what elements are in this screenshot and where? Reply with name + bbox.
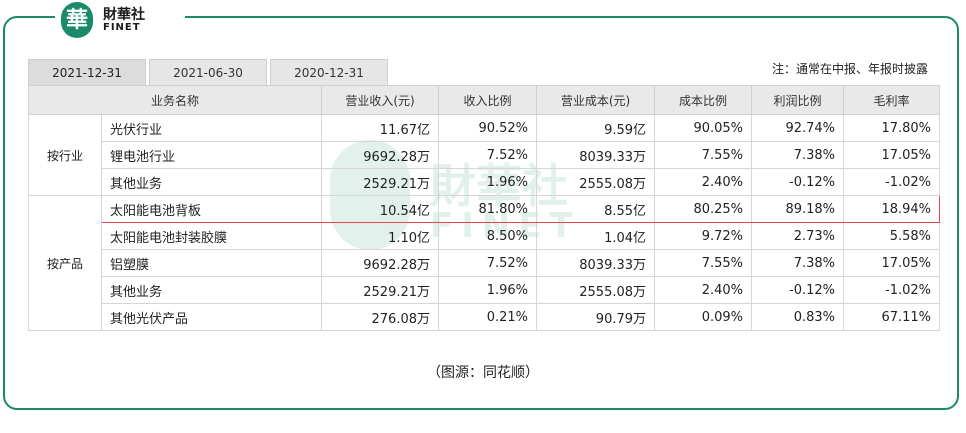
row-cost: 2555.08万 (536, 168, 656, 196)
row-name: 铝塑膜 (100, 249, 323, 277)
table-row: 其他光伏产品 276.08万 0.21% 90.79万 0.09% 0.83% … (29, 303, 941, 331)
row-cost-ratio: 2.40% (654, 276, 753, 304)
group-label-industry: 按行业 (28, 114, 102, 196)
row-cost: 9.59亿 (536, 114, 656, 142)
row-cost: 90.79万 (536, 303, 656, 331)
tab-2021-06-30[interactable]: 2021-06-30 (149, 59, 267, 85)
row-cost-ratio: 90.05% (654, 114, 753, 142)
row-revenue-ratio: 1.96% (438, 276, 538, 304)
row-gross-margin: 67.11% (843, 303, 941, 331)
disclosure-note: 注：通常在中报、年报时披露 (771, 62, 928, 76)
row-name: 其他业务 (100, 276, 323, 304)
table-row-highlighted: 按产品 太阳能电池背板 10.54亿 81.80% 8.55亿 80.25% 8… (28, 195, 941, 331)
row-revenue-ratio: 8.50% (438, 222, 538, 250)
table-row: 其他业务 2529.21万 1.96% 2555.08万 2.40% -0.12… (29, 168, 941, 196)
row-gross-margin: -1.02% (843, 168, 941, 196)
row-gross-margin: 17.05% (843, 249, 941, 277)
row-revenue: 9692.28万 (321, 249, 440, 277)
table-row: 太阳能电池封装胶膜 1.10亿 8.50% 1.04亿 9.72% 2.73% … (29, 222, 941, 250)
row-gross-margin: 18.94% (843, 195, 941, 223)
row-revenue: 9692.28万 (321, 141, 440, 169)
business-breakdown-table: 业务名称 营业收入(元) 收入比例 营业成本(元) 成本比例 利润比例 毛利率 … (27, 85, 941, 331)
header-cost: 营业成本(元) (536, 85, 656, 115)
row-profit-ratio: 92.74% (751, 114, 845, 142)
row-name: 其他业务 (100, 168, 323, 196)
row-revenue: 2529.21万 (321, 276, 440, 304)
header-revenue-ratio: 收入比例 (438, 85, 538, 115)
table-header-row: 业务名称 营业收入(元) 收入比例 营业成本(元) 成本比例 利润比例 毛利率 (27, 85, 941, 115)
row-cost: 2555.08万 (536, 276, 656, 304)
row-name: 太阳能电池背板 (100, 195, 323, 223)
logo-chinese-text: 財華社 (103, 7, 145, 23)
header-cost-ratio: 成本比例 (654, 85, 753, 115)
row-name: 光伏行业 (100, 114, 323, 142)
header-profit-ratio: 利润比例 (751, 85, 845, 115)
row-cost-ratio: 7.55% (654, 249, 753, 277)
row-cost-ratio: 7.55% (654, 141, 753, 169)
row-name: 锂电池行业 (100, 141, 323, 169)
row-cost: 8039.33万 (536, 249, 656, 277)
row-gross-margin: 5.58% (843, 222, 941, 250)
row-cost: 8039.33万 (536, 141, 656, 169)
row-profit-ratio: 7.38% (751, 141, 845, 169)
row-profit-ratio: -0.12% (751, 168, 845, 196)
row-gross-margin: 17.05% (843, 141, 941, 169)
table-row: 其他业务 2529.21万 1.96% 2555.08万 2.40% -0.12… (29, 276, 941, 304)
group-label-product: 按产品 (28, 195, 102, 331)
row-revenue-ratio: 1.96% (438, 168, 538, 196)
row-revenue: 10.54亿 (321, 195, 440, 223)
row-profit-ratio: 0.83% (751, 303, 845, 331)
row-revenue-ratio: 0.21% (438, 303, 538, 331)
row-revenue: 276.08万 (321, 303, 440, 331)
table-row: 按行业 光伏行业 11.67亿 90.52% 9.59亿 90.05% 92.7… (28, 114, 941, 196)
row-profit-ratio: -0.12% (751, 276, 845, 304)
row-revenue-ratio: 7.52% (438, 141, 538, 169)
logo-english-text: FINET (103, 22, 141, 33)
header-revenue: 营业收入(元) (321, 85, 440, 115)
row-name: 其他光伏产品 (100, 303, 323, 331)
row-name: 太阳能电池封装胶膜 (100, 222, 323, 250)
logo-badge-icon: 華 (61, 2, 93, 38)
header-business-name: 业务名称 (27, 85, 323, 115)
row-gross-margin: 17.80% (843, 114, 941, 142)
row-revenue: 1.10亿 (321, 222, 440, 250)
tab-2020-12-31[interactable]: 2020-12-31 (270, 59, 388, 85)
header-gross-margin: 毛利率 (843, 85, 941, 115)
row-revenue: 2529.21万 (321, 168, 440, 196)
row-gross-margin: -1.02% (843, 276, 941, 304)
row-profit-ratio: 89.18% (751, 195, 845, 223)
table-row: 锂电池行业 9692.28万 7.52% 8039.33万 7.55% 7.38… (29, 141, 941, 169)
row-cost-ratio: 80.25% (654, 195, 753, 223)
row-cost: 8.55亿 (536, 195, 656, 223)
image-source-caption: （图源：同花顺） (427, 365, 539, 381)
row-revenue-ratio: 90.52% (438, 114, 538, 142)
row-cost-ratio: 0.09% (654, 303, 753, 331)
row-cost-ratio: 9.72% (654, 222, 753, 250)
table-row: 铝塑膜 9692.28万 7.52% 8039.33万 7.55% 7.38% … (29, 249, 941, 277)
row-profit-ratio: 2.73% (751, 222, 845, 250)
row-revenue-ratio: 81.80% (438, 195, 538, 223)
row-cost: 1.04亿 (536, 222, 656, 250)
tab-2021-12-31[interactable]: 2021-12-31 (28, 59, 146, 85)
finet-logo: 華 財華社 FINET (55, 0, 185, 40)
row-cost-ratio: 2.40% (654, 168, 753, 196)
row-profit-ratio: 7.38% (751, 249, 845, 277)
row-revenue-ratio: 7.52% (438, 249, 538, 277)
row-revenue: 11.67亿 (321, 114, 440, 142)
